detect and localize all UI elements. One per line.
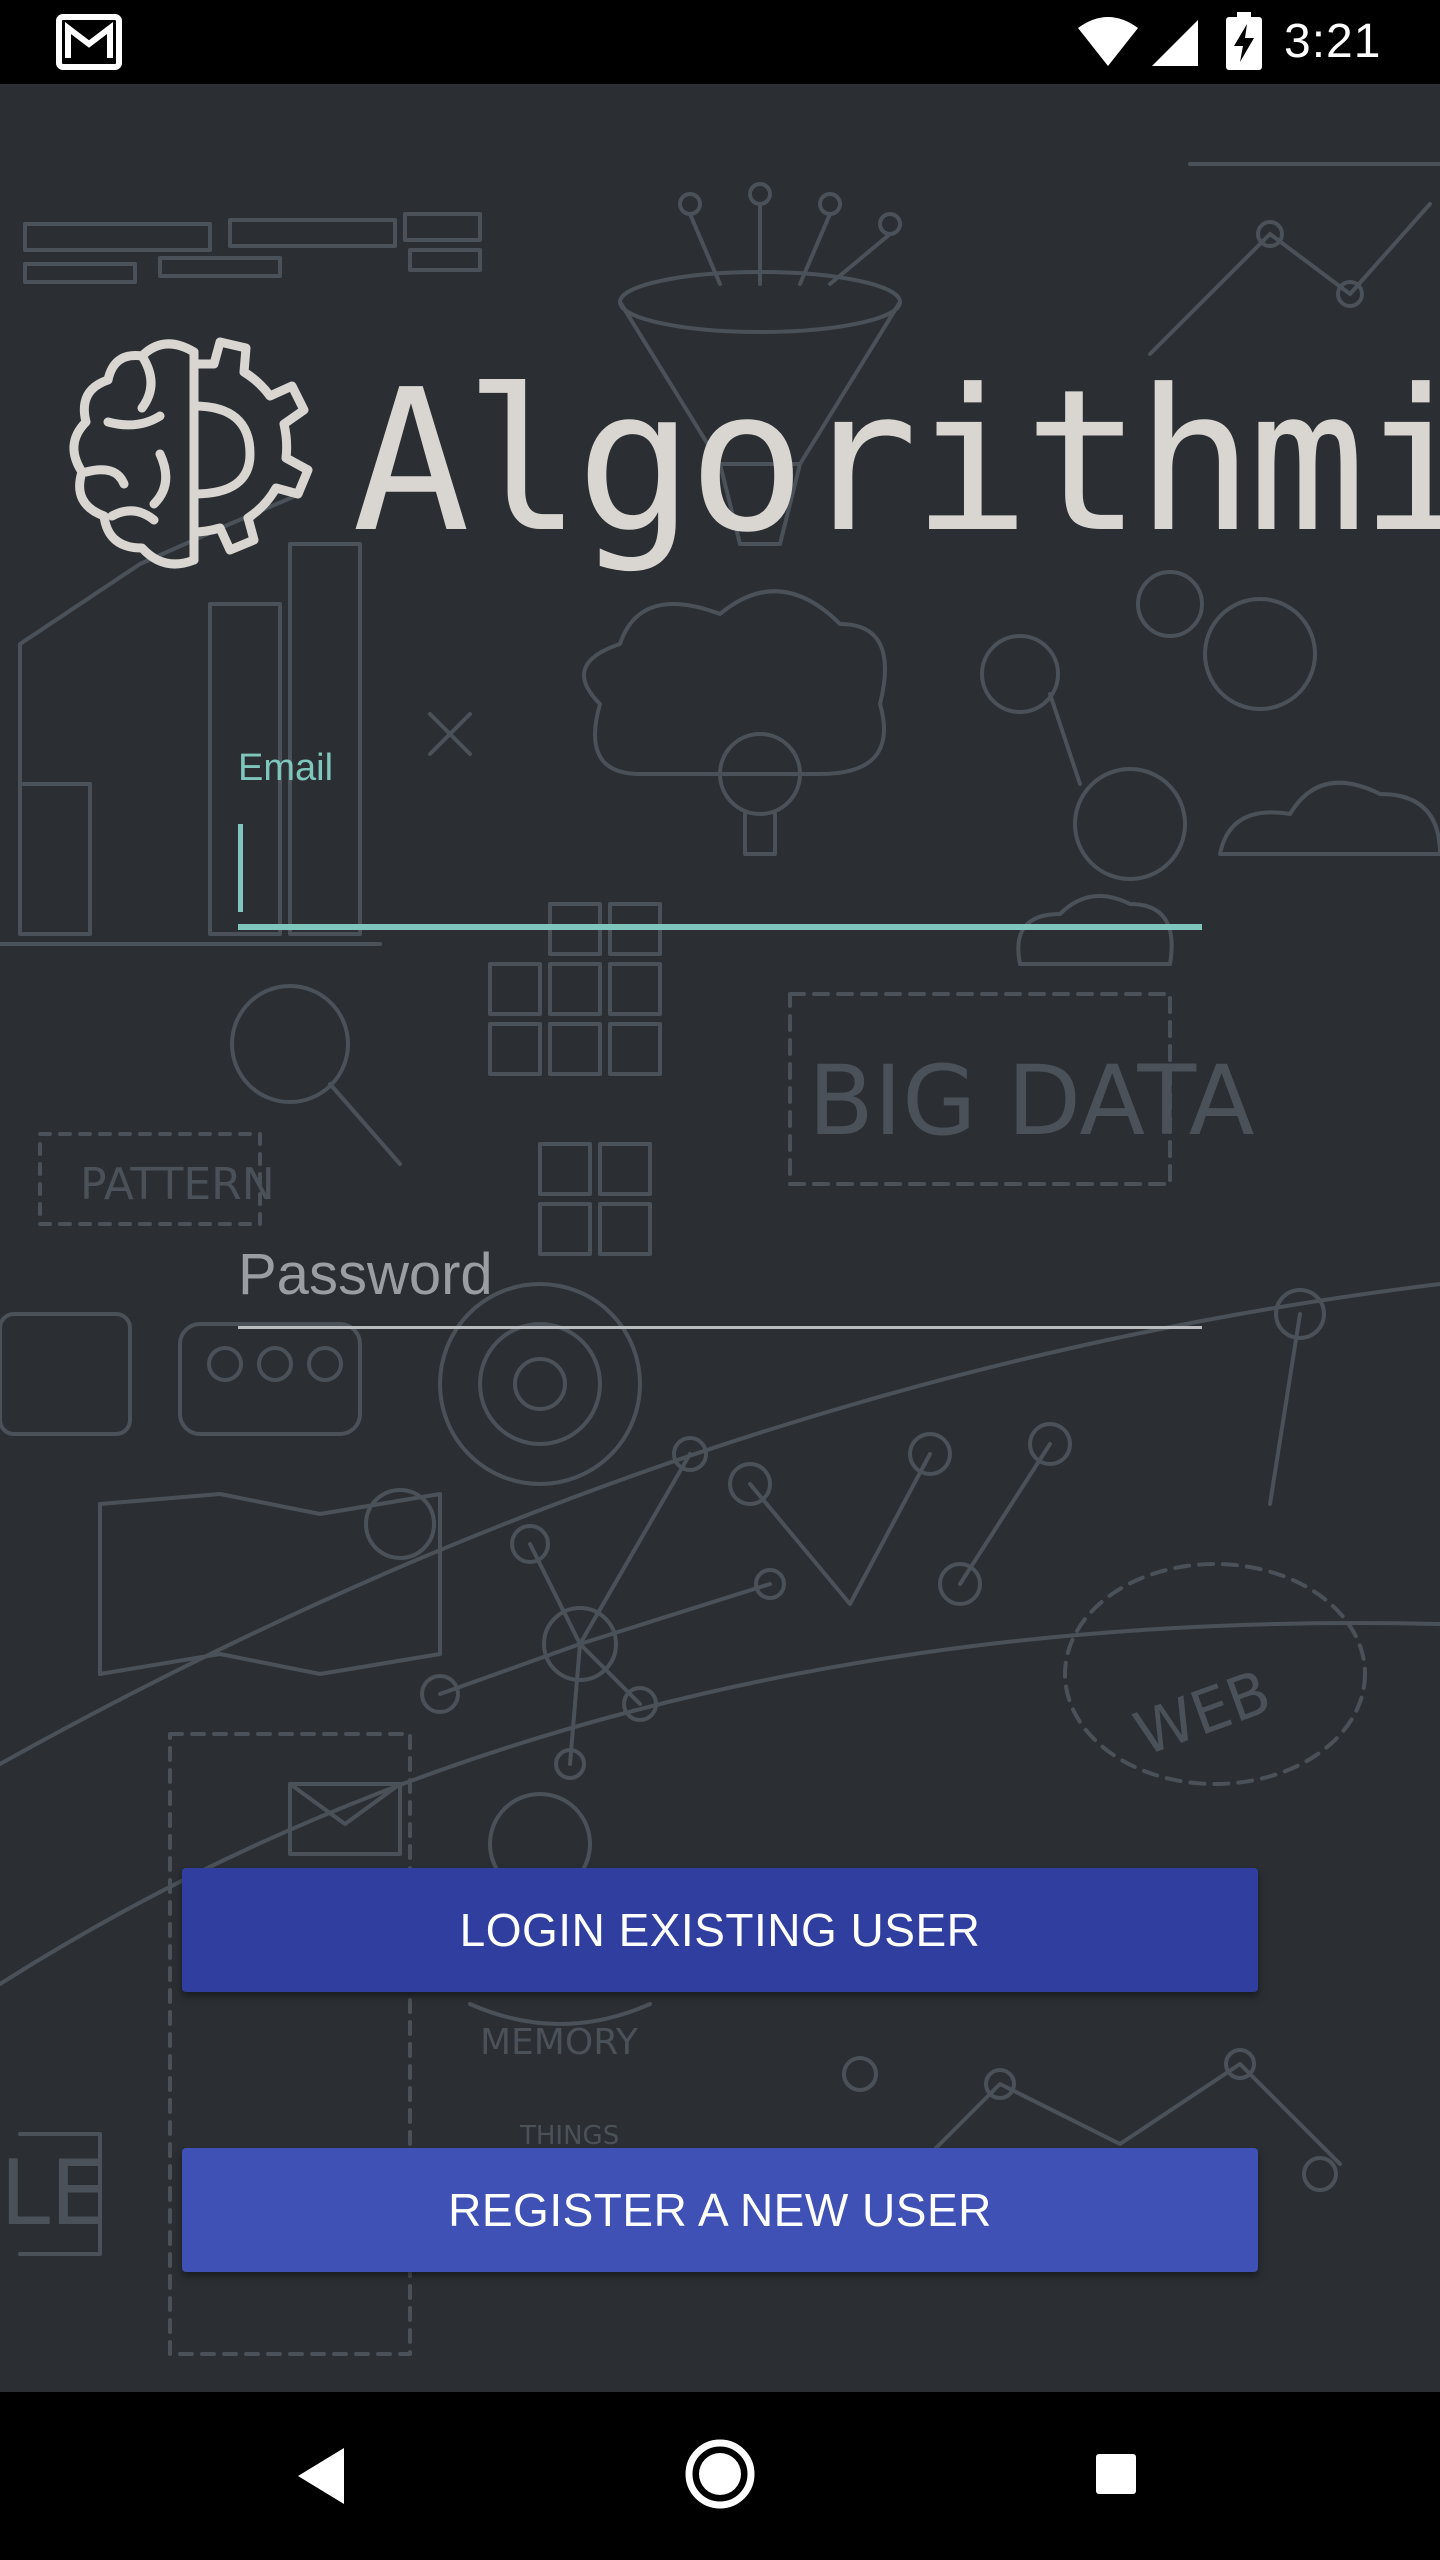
email-field: Email — [238, 744, 1202, 934]
email-underline — [238, 924, 1202, 930]
doodle-memory-text: MEMORY — [480, 2022, 639, 2063]
status-time: 3:21 — [1284, 15, 1382, 68]
password-input[interactable] — [238, 1224, 1202, 1324]
cell-signal-icon — [1152, 20, 1198, 66]
email-label: Email — [238, 747, 334, 789]
login-existing-user-button[interactable]: LOGIN EXISTING USER — [182, 1868, 1258, 1992]
battery-charging-icon — [1226, 12, 1262, 70]
password-field: Password — [238, 1144, 1202, 1334]
gmail-icon — [56, 14, 122, 70]
register-new-user-button[interactable]: REGISTER A NEW USER — [182, 2148, 1258, 2272]
login-screen: BIG DATA PATTERN WEB MEMORY THINGS LE Al… — [0, 84, 1440, 2392]
back-icon[interactable] — [292, 2444, 348, 2508]
wifi-icon — [1078, 17, 1138, 66]
status-bar: 3:21 — [0, 0, 1440, 84]
doodle-big-data-text: BIG DATA — [808, 1045, 1254, 1157]
app-logo: Algorithmic — [64, 334, 1440, 594]
screen: 3:21 BIG DATA PATTERN WEB MEMORY THINGS … — [0, 0, 1440, 2560]
doodle-web-text: WEB — [1126, 1657, 1280, 1770]
home-icon[interactable] — [684, 2438, 756, 2510]
recents-icon[interactable] — [1094, 2452, 1138, 2496]
doodle-things-text: THINGS — [519, 2121, 619, 2151]
doodle-le-text: LE — [0, 2141, 107, 2246]
brain-gear-logo-icon — [69, 337, 313, 569]
password-underline — [238, 1326, 1202, 1329]
app-name: Algorithmic — [352, 348, 1440, 576]
navigation-bar — [0, 2392, 1440, 2560]
text-caret — [238, 824, 243, 912]
email-input[interactable] — [238, 808, 1202, 918]
